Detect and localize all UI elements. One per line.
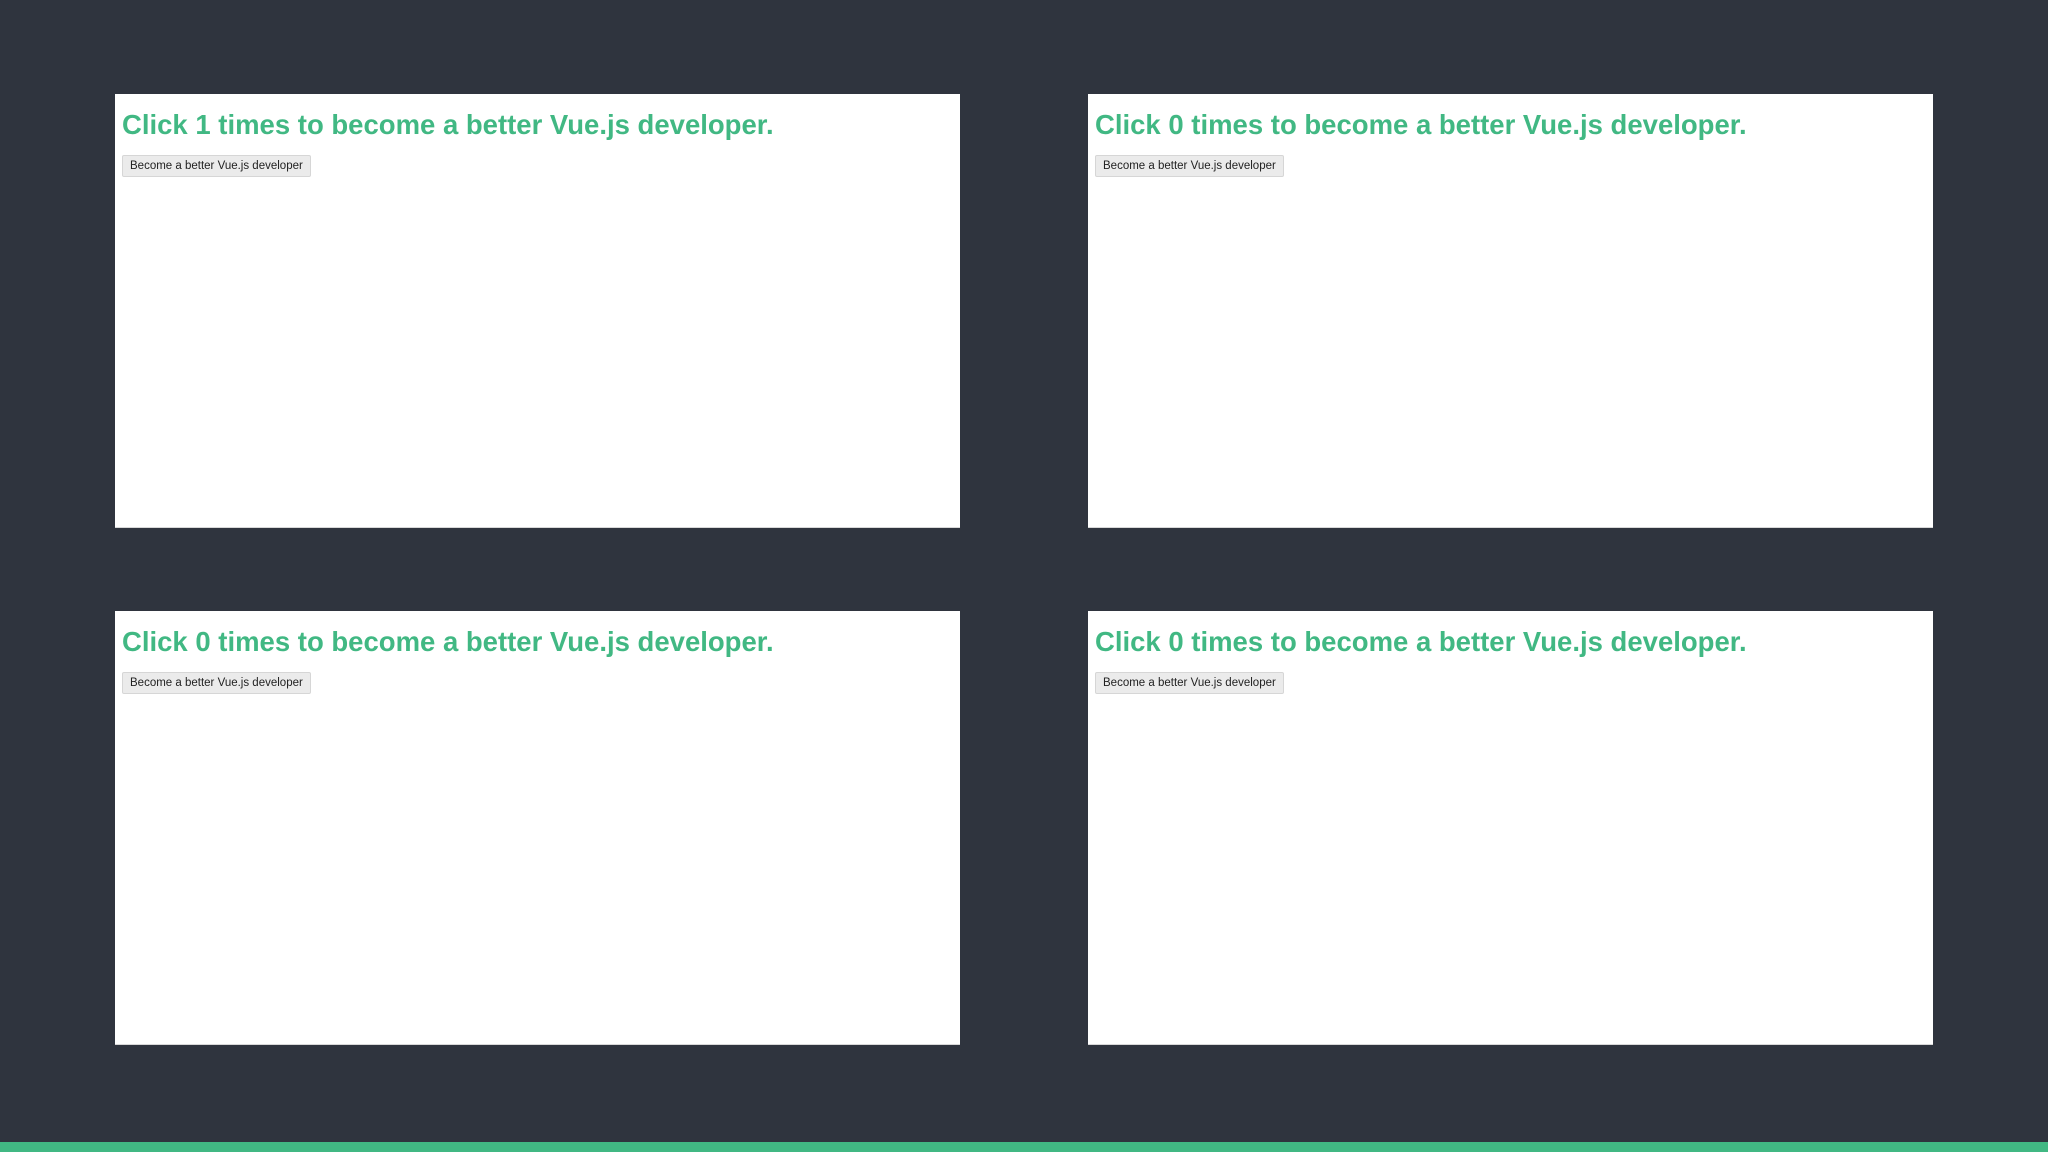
- app-panel-bottom-left: Click 0 times to become a better Vue.js …: [115, 611, 960, 1045]
- app-panel-top-left: Click 1 times to become a better Vue.js …: [115, 94, 960, 528]
- app-panel-bottom-right: Click 0 times to become a better Vue.js …: [1088, 611, 1933, 1045]
- app-panel-top-right: Click 0 times to become a better Vue.js …: [1088, 94, 1933, 528]
- become-better-developer-button[interactable]: Become a better Vue.js developer: [1095, 155, 1284, 177]
- become-better-developer-button[interactable]: Become a better Vue.js developer: [122, 672, 311, 694]
- accent-bar: [0, 1142, 2048, 1152]
- become-better-developer-button[interactable]: Become a better Vue.js developer: [122, 155, 311, 177]
- click-count-heading: Click 0 times to become a better Vue.js …: [122, 626, 774, 657]
- click-count-heading: Click 1 times to become a better Vue.js …: [122, 109, 774, 140]
- become-better-developer-button[interactable]: Become a better Vue.js developer: [1095, 672, 1284, 694]
- click-count-heading: Click 0 times to become a better Vue.js …: [1095, 626, 1747, 657]
- click-count-heading: Click 0 times to become a better Vue.js …: [1095, 109, 1747, 140]
